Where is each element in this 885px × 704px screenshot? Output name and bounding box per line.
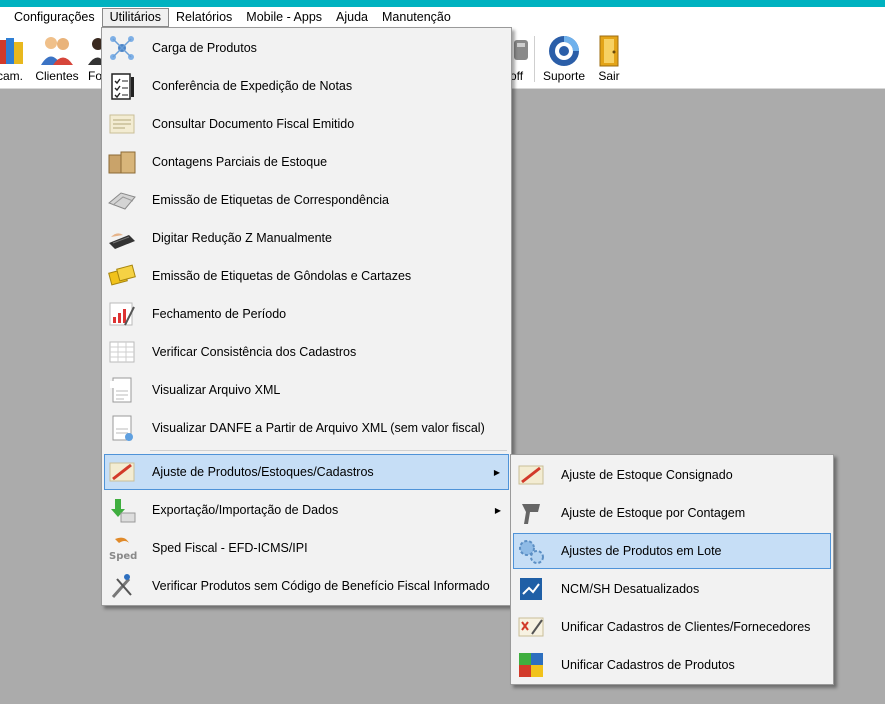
menu-item-contagens-parciais[interactable]: Contagens Parciais de Estoque [104, 144, 509, 180]
chart-pen-icon [109, 302, 135, 326]
toolbar-clientes-button[interactable]: Clientes [33, 28, 81, 88]
submenu-item-label: Unificar Cadastros de Produtos [561, 658, 735, 672]
toolbar-sair-button[interactable]: Sair [592, 28, 626, 88]
menu-item-verificar-consistencia[interactable]: Verificar Consistência dos Cadastros [104, 334, 509, 370]
menu-item-label: Emissão de Etiquetas de Correspondência [152, 193, 389, 207]
toolbar-label: cam. [0, 69, 23, 83]
menu-relatorios[interactable]: Relatórios [169, 8, 239, 27]
gears-icon [519, 540, 544, 564]
menu-item-label: Visualizar Arquivo XML [152, 383, 281, 397]
menu-item-conferencia-expedicao[interactable]: Conferência de Expedição de Notas [104, 68, 509, 104]
svg-text:Sped: Sped [109, 551, 137, 562]
submenu-arrow-icon: ▶ [494, 505, 501, 515]
submenu-item-label: Ajuste de Estoque Consignado [561, 468, 733, 482]
toolbar-suporte-button[interactable]: Suporte [540, 28, 588, 88]
keyboard-hand-icon [109, 233, 135, 249]
menu-item-label: Conferência de Expedição de Notas [152, 79, 353, 93]
ncm-chart-icon [520, 578, 542, 600]
menu-item-label: Emissão de Etiquetas de Gôndolas e Carta… [152, 269, 412, 283]
submenu-item-unificar-produtos[interactable]: Unificar Cadastros de Produtos [513, 647, 831, 683]
menu-item-label: Carga de Produtos [152, 41, 257, 55]
submenu-item-ncm-sh[interactable]: NCM/SH Desatualizados [513, 571, 831, 607]
menu-item-label: Exportação/Importação de Dados [152, 503, 339, 517]
spreadsheet-icon [109, 341, 135, 363]
menu-item-label: Ajuste de Produtos/Estoques/Cadastros [152, 465, 374, 479]
submenu-item-label: Unificar Cadastros de Clientes/Fornecedo… [561, 620, 811, 634]
utilitarios-dropdown-menu: Carga de Produtos Conferência de Expediç… [101, 27, 512, 606]
submenu-item-label: Ajuste de Estoque por Contagem [561, 506, 746, 520]
power-icon [514, 40, 528, 60]
boxes-icon [108, 151, 136, 174]
menu-item-label: Contagens Parciais de Estoque [152, 155, 328, 169]
checklist-icon [111, 73, 134, 100]
toolbar-label: Clientes [35, 69, 79, 83]
export-import-icon [111, 499, 136, 523]
menu-item-label: Verificar Consistência dos Cadastros [152, 345, 357, 359]
people-icon [41, 37, 73, 65]
support-icon [549, 36, 579, 66]
toolbar-cadastros-button[interactable]: cam. [0, 28, 28, 88]
envelopes-icon [108, 192, 136, 210]
submenu-item-estoque-contagem[interactable]: Ajuste de Estoque por Contagem [513, 495, 831, 531]
menu-bar: Configurações Utilitários Relatórios Mob… [0, 7, 885, 28]
yellow-labels-icon [108, 264, 136, 286]
menu-ajuda[interactable]: Ajuda [329, 8, 375, 27]
tools-icon [111, 574, 132, 598]
menu-item-carga-de-produtos[interactable]: Carga de Produtos [104, 30, 509, 66]
menu-item-etiquetas-correspondencia[interactable]: Emissão de Etiquetas de Correspondência [104, 182, 509, 218]
menu-item-sped-fiscal[interactable]: Sped Sped Fiscal - EFD-ICMS/IPI [104, 530, 509, 566]
menu-item-ajuste-produtos-estoques[interactable]: Ajuste de Produtos/Estoques/Cadastros ▶ [104, 454, 509, 490]
adjust-pencil-icon [518, 465, 544, 485]
menu-item-visualizar-xml[interactable]: Visualizar Arquivo XML [104, 372, 509, 408]
menu-item-label: Sped Fiscal - EFD-ICMS/IPI [152, 541, 308, 555]
exit-door-icon [599, 35, 619, 67]
toolbar-label: Suporte [542, 69, 586, 83]
menu-utilitarios[interactable]: Utilitários [101, 8, 170, 27]
barcode-scanner-icon [522, 504, 540, 524]
menu-item-fechamento-periodo[interactable]: Fechamento de Período [104, 296, 509, 332]
menu-item-visualizar-danfe[interactable]: Visualizar DANFE a Partir de Arquivo XML… [104, 410, 509, 446]
submenu-item-label: Ajustes de Produtos em Lote [561, 544, 722, 558]
menu-separator [150, 450, 507, 451]
sped-icon: Sped [109, 537, 137, 562]
toolbar-label: off [510, 69, 524, 83]
submenu-item-label: NCM/SH Desatualizados [561, 582, 700, 596]
xml-danfe-icon [112, 415, 133, 441]
menu-item-exportacao-importacao[interactable]: Exportação/Importação de Dados ▶ [104, 492, 509, 528]
books-icon [0, 38, 23, 64]
menu-item-label: Digitar Redução Z Manualmente [152, 231, 332, 245]
submenu-arrow-icon: ▶ [493, 467, 500, 477]
menu-item-label: Consultar Documento Fiscal Emitido [152, 117, 355, 131]
menu-item-verificar-beneficio-fiscal[interactable]: Verificar Produtos sem Código de Benefíc… [104, 568, 509, 604]
menu-item-digitar-reducao-z[interactable]: Digitar Redução Z Manualmente [104, 220, 509, 256]
menu-manutencao[interactable]: Manutenção [375, 8, 458, 27]
unify-clients-icon [518, 617, 544, 637]
submenu-item-estoque-consignado[interactable]: Ajuste de Estoque Consignado [513, 457, 831, 493]
menu-item-label: Verificar Produtos sem Código de Benefíc… [152, 579, 490, 593]
document-icon [109, 114, 135, 134]
xml-file-icon [110, 377, 132, 403]
menu-item-label: Visualizar DANFE a Partir de Arquivo XML… [152, 421, 485, 435]
window-top-accent [0, 0, 885, 7]
network-nodes-icon [110, 36, 134, 60]
menu-item-etiquetas-gondolas[interactable]: Emissão de Etiquetas de Gôndolas e Carta… [104, 258, 509, 294]
menu-item-label: Fechamento de Período [152, 307, 287, 321]
menu-mobile-apps[interactable]: Mobile - Apps [239, 8, 329, 27]
submenu-item-produtos-em-lote[interactable]: Ajustes de Produtos em Lote [513, 533, 831, 569]
submenu-item-unificar-clientes[interactable]: Unificar Cadastros de Clientes/Fornecedo… [513, 609, 831, 645]
menu-item-consultar-documento-fiscal[interactable]: Consultar Documento Fiscal Emitido [104, 106, 509, 142]
puzzle-icon [519, 653, 543, 677]
adjust-pencil-icon [109, 462, 135, 482]
toolbar-label: Sair [598, 69, 620, 83]
ajuste-submenu: Ajuste de Estoque Consignado Ajuste de E… [510, 454, 834, 685]
toolbar-separator [534, 36, 535, 82]
menu-configuracoes[interactable]: Configurações [7, 8, 102, 27]
